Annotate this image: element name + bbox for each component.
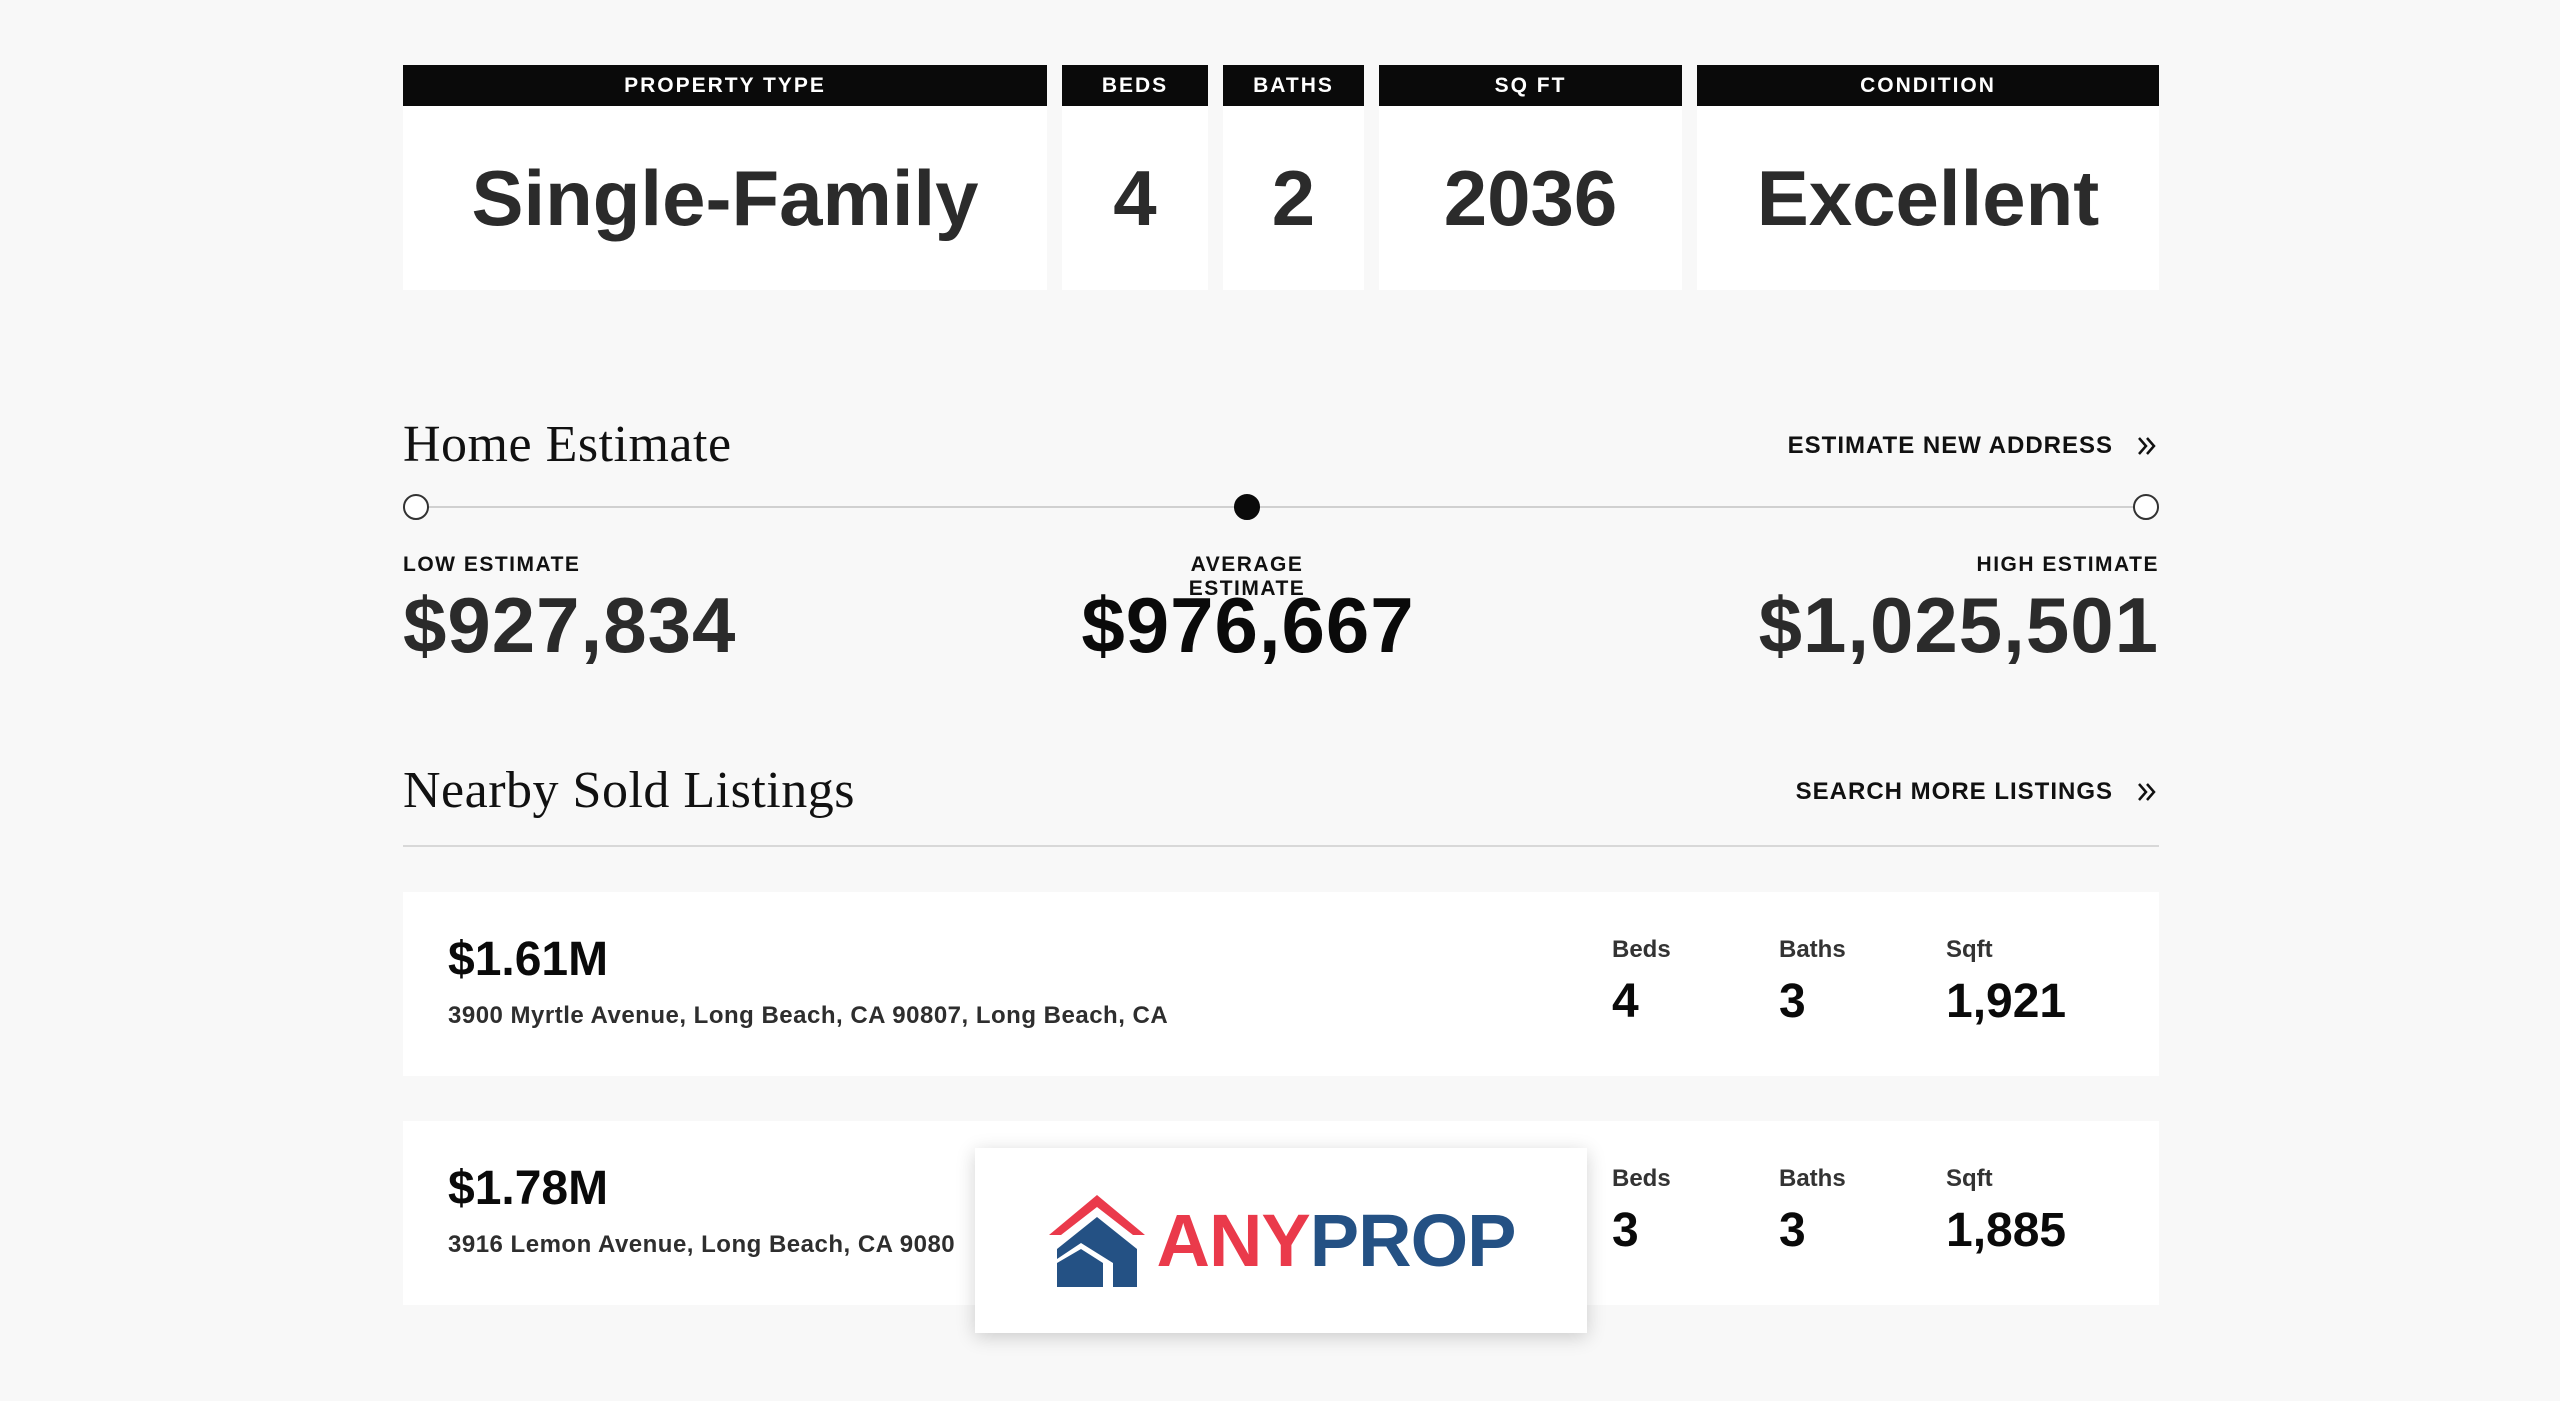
stat-condition: CONDITION Excellent — [1697, 65, 2159, 290]
listing-beds: Beds 4 — [1612, 936, 1671, 1029]
baths-value: 3 — [1779, 1204, 1806, 1257]
beds-value: 4 — [1612, 975, 1639, 1028]
search-more-listings-link[interactable]: SEARCH MORE LISTINGS — [1796, 778, 2159, 806]
stat-value: 2036 — [1443, 153, 1618, 242]
stat-label: BEDS — [1062, 65, 1208, 106]
link-label: ESTIMATE NEW ADDRESS — [1787, 432, 2113, 459]
stat-beds: BEDS 4 — [1062, 65, 1208, 290]
link-label: SEARCH MORE LISTINGS — [1795, 778, 2113, 805]
high-estimate-marker — [2133, 494, 2159, 520]
nearby-listings-title: Nearby Sold Listings — [403, 762, 855, 819]
listing-price: $1.78M — [448, 1162, 609, 1215]
baths-value: 3 — [1779, 975, 1806, 1028]
listing-price: $1.61M — [448, 933, 609, 986]
sqft-label: Sqft — [1946, 1165, 1993, 1192]
listing-sqft: Sqft 1,921 — [1946, 936, 2066, 1029]
baths-label: Baths — [1779, 936, 1846, 963]
home-estimate-title: Home Estimate — [403, 416, 732, 473]
sqft-label: Sqft — [1946, 936, 1993, 963]
stat-baths: BATHS 2 — [1223, 65, 1364, 290]
estimate-new-address-link[interactable]: ESTIMATE NEW ADDRESS — [1788, 432, 2159, 460]
stat-sqft: SQ FT 2036 — [1379, 65, 1682, 290]
low-estimate-value: $927,834 — [403, 581, 737, 669]
logo-wordmark: ANYPROP — [1156, 1198, 1517, 1283]
sqft-value: 1,921 — [1946, 975, 2067, 1028]
listing-beds: Beds 3 — [1612, 1165, 1671, 1258]
stat-value: 2 — [1271, 153, 1316, 242]
stat-value: 4 — [1113, 153, 1157, 242]
stat-label: BATHS — [1223, 65, 1364, 106]
beds-label: Beds — [1612, 1165, 1671, 1192]
listing-baths: Baths 3 — [1779, 936, 1846, 1029]
logo-part-prop: PROP — [1309, 1199, 1517, 1282]
stat-label: SQ FT — [1379, 65, 1682, 106]
average-estimate-marker — [1234, 494, 1260, 520]
high-estimate-label: HIGH ESTIMATE — [1976, 553, 2159, 576]
logo-lockup: ANYPROP — [1047, 1193, 1516, 1289]
sqft-value: 1,885 — [1946, 1204, 2067, 1257]
stat-property-type: PROPERTY TYPE Single-Family — [403, 65, 1047, 290]
listing-sqft: Sqft 1,885 — [1946, 1165, 2066, 1258]
baths-label: Baths — [1779, 1165, 1846, 1192]
listing-address: 3900 Myrtle Avenue, Long Beach, CA 90807… — [448, 1002, 1169, 1029]
low-estimate-label: LOW ESTIMATE — [403, 553, 581, 576]
stat-label: PROPERTY TYPE — [403, 65, 1047, 106]
stat-value: Single-Family — [471, 153, 979, 242]
high-estimate-value: $1,025,501 — [1758, 581, 2159, 669]
estimate-range-track — [416, 506, 2146, 508]
logo-part-any: ANY — [1156, 1199, 1311, 1282]
house-roof-icon — [1048, 1194, 1145, 1287]
beds-value: 3 — [1612, 1204, 1639, 1257]
listing-baths: Baths 3 — [1779, 1165, 1846, 1258]
property-stats: PROPERTY TYPE Single-Family BEDS 4 BATHS… — [403, 65, 2159, 290]
double-chevron-right-icon — [2138, 437, 2156, 455]
anyprop-logo: ANYPROP — [975, 1148, 1587, 1333]
low-estimate-marker — [403, 494, 429, 520]
average-estimate-value: $976,667 — [1081, 581, 1415, 669]
double-chevron-right-icon — [2138, 783, 2156, 801]
section-divider — [403, 845, 2159, 847]
beds-label: Beds — [1612, 936, 1671, 963]
stat-label: CONDITION — [1697, 65, 2159, 106]
listing-address: 3916 Lemon Avenue, Long Beach, CA 9080 — [448, 1231, 956, 1258]
listing-card[interactable]: $1.61M 3900 Myrtle Avenue, Long Beach, C… — [403, 892, 2159, 1076]
stat-value: Excellent — [1756, 153, 2100, 242]
